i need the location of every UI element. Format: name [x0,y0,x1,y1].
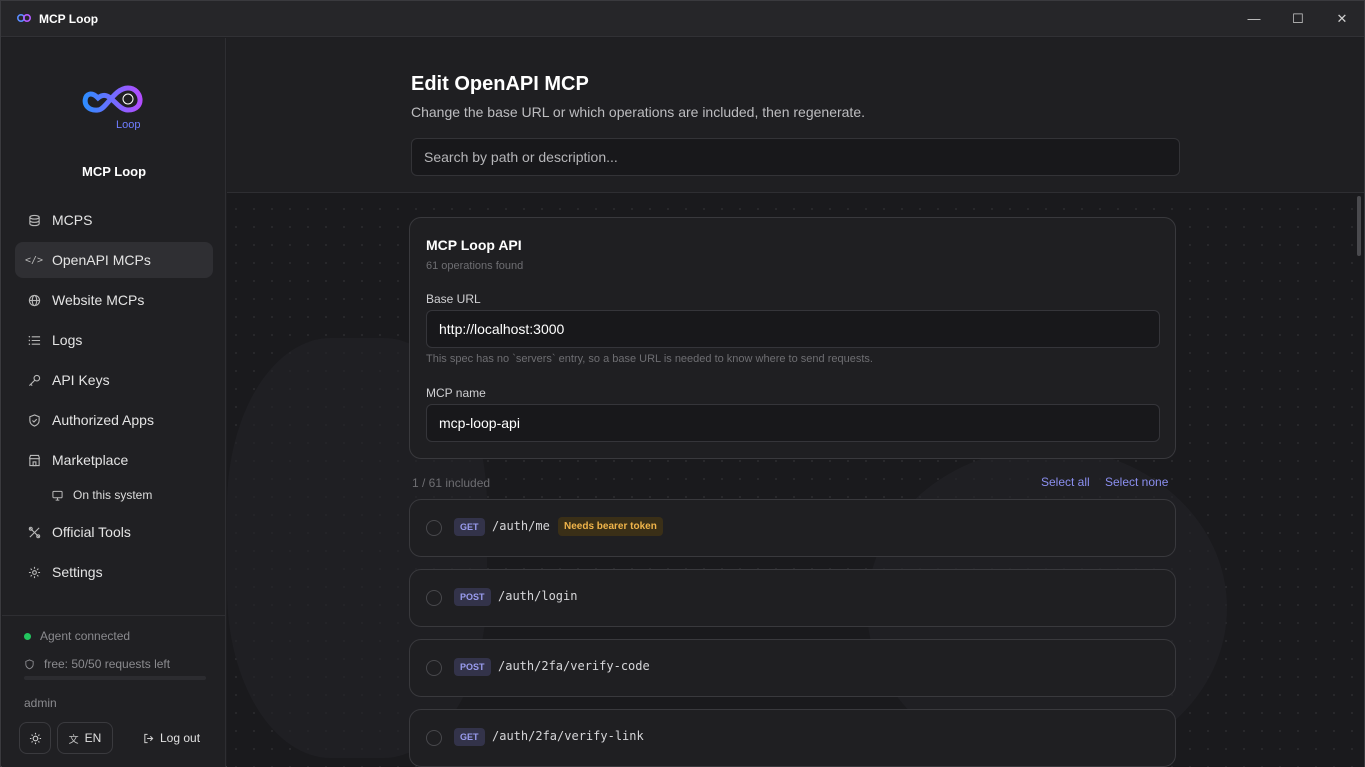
gear-icon [27,565,41,579]
code-icon: </> [24,254,44,266]
operation-checkbox[interactable] [426,520,442,536]
sidebar: Loop MCP Loop MCPS </> OpenAPI MCPs Webs… [2,38,226,767]
translate-icon: 文 [68,734,79,746]
sidebar-item-marketplace[interactable]: Marketplace [15,442,213,478]
operation-checkbox[interactable] [426,730,442,746]
operation-row[interactable]: POST /auth/2fa/verify-code [409,639,1176,697]
sidebar-item-authorized-apps[interactable]: Authorized Apps [15,402,213,438]
sidebar-item-label: Official Tools [52,524,131,540]
logout-label: Log out [160,731,201,745]
mcp-loop-logo: Loop [82,85,143,130]
method-badge: POST [454,588,491,606]
sidebar-item-openapi-mcps[interactable]: </> OpenAPI MCPs [15,242,213,278]
theme-toggle-button[interactable] [19,722,51,754]
app-window: MCP Loop — ☐ ✕ Loop MCP Loop MCPS </> Op… [0,0,1365,767]
list-icon [27,333,41,347]
window-title: MCP Loop [39,12,99,26]
mcp-name-field[interactable] [426,404,1160,442]
globe-icon [27,293,41,307]
minimize-icon[interactable]: — [1244,9,1264,29]
method-badge: POST [454,658,491,676]
sidebar-item-logs[interactable]: Logs [15,322,213,358]
sidebar-item-api-keys[interactable]: API Keys [15,362,213,398]
page-subtitle: Change the base URL or which operations … [411,104,865,120]
title-bar: MCP Loop — ☐ ✕ [1,1,1364,37]
page-title: Edit OpenAPI MCP [411,73,589,95]
maximize-icon[interactable]: ☐ [1288,9,1308,29]
operations-count: 61 operations found [426,260,524,272]
quota-progress-bar [24,676,206,680]
operation-row[interactable]: GET /auth/me Needs bearer token [409,499,1176,557]
sun-icon [29,732,42,745]
operation-checkbox[interactable] [426,590,442,606]
scrollbar-thumb[interactable] [1357,196,1361,256]
language-button[interactable]: 文 EN [57,722,113,754]
agent-status-text: Agent connected [40,629,131,643]
operation-checkbox[interactable] [426,660,442,676]
sidebar-item-label: Marketplace [52,452,129,468]
operation-path: /auth/login [498,589,578,603]
page-header: Edit OpenAPI MCP Change the base URL or … [227,38,1364,193]
database-icon [27,213,41,227]
status-dot-icon [24,632,31,640]
svg-text:Loop: Loop [116,119,140,130]
base-url-hint: This spec has no `servers` entry, so a b… [426,353,873,365]
api-name: MCP Loop API [426,237,522,253]
shield-check-icon [27,413,41,427]
monitor-icon [52,490,63,501]
method-badge: GET [454,728,485,746]
app-logo-icon [17,14,31,22]
sidebar-item-website-mcps[interactable]: Website MCPs [15,282,213,318]
sidebar-brand: MCP Loop [81,164,147,179]
language-label: EN [84,731,102,745]
mcp-name-label: MCP name [426,386,486,400]
sidebar-item-label: Settings [52,564,103,580]
sidebar-subitem-on-this-system[interactable]: On this system [52,488,152,502]
select-all-button[interactable]: Select all [1041,475,1090,489]
operation-row[interactable]: GET /auth/2fa/verify-link [409,709,1176,767]
search-input[interactable] [411,138,1180,176]
sidebar-item-label: OpenAPI MCPs [52,252,151,268]
current-user: admin [24,696,57,710]
main-content: Edit OpenAPI MCP Change the base URL or … [227,38,1364,767]
base-url-field[interactable] [426,310,1160,348]
tools-icon [27,525,41,539]
sidebar-item-settings[interactable]: Settings [15,554,213,590]
sidebar-item-label: Logs [52,332,83,348]
sidebar-subitem-label: On this system [73,488,153,502]
store-icon [27,453,41,467]
included-count: 1 / 61 included [412,476,491,490]
shield-icon [24,658,35,670]
quota-text: free: 50/50 requests left [44,657,171,671]
sidebar-item-label: MCPS [52,212,93,228]
close-icon[interactable]: ✕ [1332,9,1352,29]
select-none-button[interactable]: Select none [1105,475,1168,489]
logout-icon [143,733,154,744]
sidebar-item-label: Website MCPs [52,292,145,308]
agent-status: Agent connected [24,629,130,643]
logout-button[interactable]: Log out [143,731,200,745]
operation-path: /auth/2fa/verify-link [492,729,644,743]
base-url-label: Base URL [426,292,481,306]
api-settings-card: MCP Loop API 61 operations found Base UR… [409,217,1176,459]
sidebar-item-label: Authorized Apps [52,412,154,428]
sidebar-item-label: API Keys [52,372,110,388]
sidebar-item-official-tools[interactable]: Official Tools [15,514,213,550]
operation-path: /auth/2fa/verify-code [498,659,650,673]
quota-status: free: 50/50 requests left [24,657,170,671]
operation-path: /auth/me [492,519,550,533]
operation-row[interactable]: POST /auth/login [409,569,1176,627]
auth-warning-badge: Needs bearer token [558,517,663,536]
method-badge: GET [454,518,485,536]
key-icon [27,373,41,387]
sidebar-item-mcps[interactable]: MCPS [15,202,213,238]
